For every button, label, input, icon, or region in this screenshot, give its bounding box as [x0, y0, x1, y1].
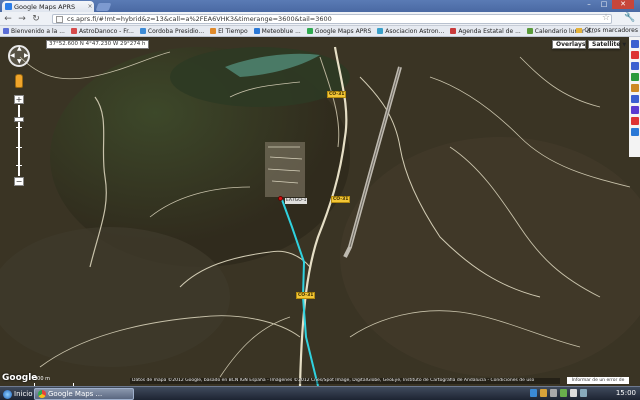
pan-right-icon[interactable]: ▶ [24, 52, 29, 59]
pan-left-icon[interactable]: ◀ [10, 52, 15, 59]
chevron-down-icon: ▼ [622, 42, 627, 48]
tool-icon[interactable] [630, 84, 639, 92]
bookmark-favicon-icon [306, 28, 313, 34]
tool-icon[interactable] [630, 117, 639, 125]
tool-icon[interactable] [630, 62, 639, 70]
zoom-slider-thumb[interactable] [14, 117, 24, 122]
tray-icon[interactable] [530, 389, 537, 397]
windows-taskbar: Inicio Google Maps ... 15:00 [0, 386, 640, 400]
scale-label: 500 m [34, 376, 51, 382]
zoom-tick [16, 165, 22, 166]
maximize-button[interactable]: □ [597, 0, 611, 9]
bookmark-item[interactable]: AstroDanoco - Fr... [68, 28, 137, 35]
chrome-icon [38, 390, 46, 398]
volume-icon[interactable] [570, 389, 577, 397]
map-imagery [0, 37, 640, 386]
bookmark-favicon-icon [139, 28, 146, 34]
bookmark-item[interactable]: Google Maps APRS [304, 28, 374, 35]
bookmark-favicon-icon [526, 28, 533, 34]
aprs-favicon-icon [5, 3, 12, 10]
scale-bar: 500 m [34, 376, 74, 386]
tool-icon[interactable] [630, 40, 639, 48]
google-logo: Google [2, 373, 38, 383]
bookmark-favicon-icon [3, 28, 9, 34]
tray-icon[interactable] [550, 389, 557, 397]
tab-close-icon[interactable]: × [86, 3, 94, 10]
tab-title: Google Maps APRS [14, 2, 76, 11]
bookmark-item[interactable]: Bienvenido a la ... [0, 28, 68, 35]
system-tray [530, 389, 587, 397]
aprs-side-toolbar [629, 37, 640, 157]
bookmark-favicon-icon [377, 28, 384, 34]
page-icon [56, 16, 63, 23]
tray-icon[interactable] [560, 389, 567, 397]
folder-icon [576, 28, 583, 33]
tab-strip: Google Maps APRS × – □ ✕ [0, 0, 640, 12]
zoom-tick [16, 127, 22, 128]
bookmark-item[interactable]: Asociacion Astron... [374, 28, 447, 35]
wrench-menu-icon[interactable]: 🔧 [624, 13, 635, 23]
windows-orb-icon [3, 389, 12, 399]
tray-icon[interactable] [540, 389, 547, 397]
zoom-in-button[interactable]: + [14, 95, 24, 104]
minimize-button[interactable]: – [582, 0, 596, 9]
forward-button[interactable]: → [16, 13, 28, 25]
tab-google-maps-aprs[interactable]: Google Maps APRS × [2, 1, 94, 12]
bookmark-star-icon[interactable]: ☆ [602, 13, 610, 23]
clock[interactable]: 15:00 [616, 389, 636, 397]
satellite-map[interactable]: 37°52.600 N 4°47.230 W 29°274 h ▲ ▼ ◀ ▶ … [0, 37, 640, 386]
bookmark-favicon-icon [70, 28, 77, 34]
map-type-dropdown[interactable]: Satellite ▼ [588, 40, 626, 49]
other-bookmarks[interactable]: Otros marcadores [576, 27, 638, 34]
pan-down-icon[interactable]: ▼ [17, 58, 22, 65]
report-map-error-link[interactable]: Informar de un error de mapa [567, 377, 629, 386]
reload-button[interactable]: ↻ [30, 13, 42, 25]
network-icon[interactable] [580, 389, 587, 397]
pan-up-icon[interactable]: ▲ [17, 45, 22, 52]
bookmark-favicon-icon [210, 28, 217, 34]
map-attribution[interactable]: Datos de mapa ©2012 Google, basado en BC… [130, 378, 560, 384]
new-tab-button[interactable] [95, 3, 112, 11]
overlays-dropdown[interactable]: Overlays▼ [552, 40, 591, 49]
zoom-out-button[interactable]: − [14, 177, 24, 186]
tool-icon[interactable] [630, 106, 639, 114]
tool-icon[interactable] [630, 73, 639, 81]
zoom-tick [16, 147, 22, 148]
road-label: CO-31 [331, 196, 351, 203]
bookmarks-bar: Bienvenido a la ... AstroDanoco - Fr... … [0, 26, 640, 37]
pegman-icon[interactable] [15, 74, 23, 88]
back-button[interactable]: ← [2, 13, 14, 25]
station-label[interactable]: EA7GO-1 [285, 198, 308, 204]
tool-icon[interactable] [630, 51, 639, 59]
browser-toolbar: ← → ↻ cs.aprs.fi/#!mt=hybrid&z=13&call=a… [0, 12, 640, 26]
taskbar-chrome-window[interactable]: Google Maps ... [34, 388, 134, 400]
bookmark-favicon-icon [253, 28, 260, 34]
pan-control[interactable]: ▲ ▼ ◀ ▶ [8, 45, 30, 67]
road-label: CO-31 [296, 292, 316, 299]
tool-icon[interactable] [630, 95, 639, 103]
bookmark-favicon-icon [450, 28, 457, 34]
address-bar[interactable]: cs.aprs.fi/#!mt=hybrid&z=13&call=a%2FEA6… [52, 14, 612, 24]
coordinates-readout: 37°52.600 N 4°47.230 W 29°274 h [46, 40, 149, 49]
close-window-button[interactable]: ✕ [612, 0, 634, 9]
bookmark-item[interactable]: Cordoba Presidio... [137, 28, 207, 35]
bookmark-item[interactable]: El Tiempo [207, 28, 251, 35]
address-url: cs.aprs.fi/#!mt=hybrid&z=13&call=a%2FEA6… [67, 15, 332, 23]
road-label: CO-31 [327, 91, 347, 98]
bookmark-item[interactable]: Agenda Estatal de ... [447, 28, 523, 35]
tool-icon[interactable] [630, 128, 639, 136]
start-button[interactable]: Inicio [1, 388, 33, 400]
bookmark-item[interactable]: Meteoblue ... [251, 28, 304, 35]
station-marker-icon[interactable] [278, 196, 283, 201]
